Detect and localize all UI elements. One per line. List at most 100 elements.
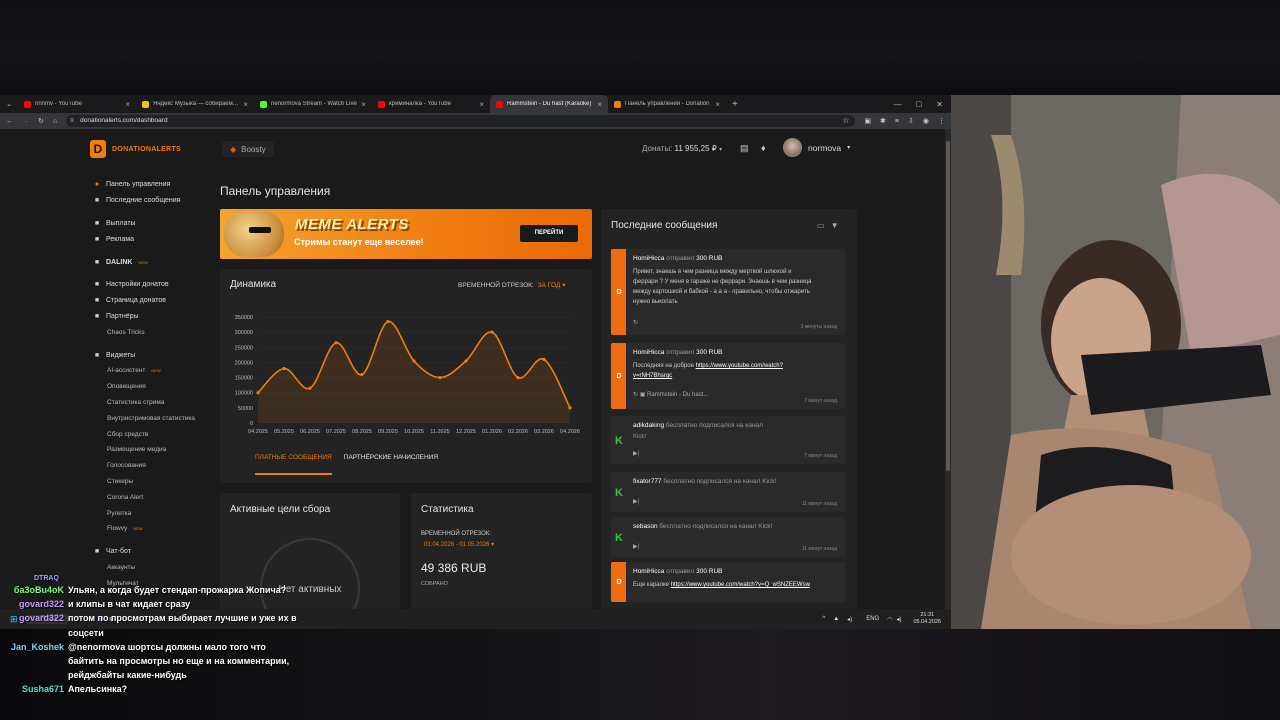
message-item[interactable]: D HomiHicca отправил 300 RUB Привет, знаеш… <box>611 249 845 335</box>
extensions-puzzle-icon[interactable]: ✱ <box>880 117 886 125</box>
profile-icon[interactable]: ◉ <box>923 117 929 125</box>
browser-tab[interactable]: nenormova Stream - Watch Live × <box>254 95 372 113</box>
sidebar-item[interactable]: Размещение медиа <box>90 442 215 458</box>
message-link[interactable]: https://www.youtube.com/watch?v=Q_wSNZEE… <box>671 582 810 588</box>
message-item[interactable]: Ksebason бесплатно подписался на канал K… <box>611 517 845 557</box>
sidebar-item[interactable]: ■ Виджеты <box>90 347 215 363</box>
sidebar-item[interactable]: ■ Выплаты <box>90 216 215 232</box>
banner-go-button[interactable]: ПЕРЕЙТИ <box>520 225 578 242</box>
sidebar-item[interactable]: ■ Реклама <box>90 231 215 247</box>
home-icon[interactable]: ⌂ <box>53 118 57 125</box>
close-tab-icon[interactable]: × <box>597 100 602 109</box>
message-item[interactable]: D HomiHicca отправил 300 RUB Последняя на … <box>611 343 845 409</box>
chart-point[interactable] <box>516 375 520 380</box>
skip-icon[interactable]: ▶| <box>633 450 639 457</box>
message-item[interactable]: D HomiHicca отправил 300 RUB Еще караоке h… <box>611 562 845 602</box>
sidebar-item[interactable]: Голосования <box>90 458 215 474</box>
close-tab-icon[interactable]: × <box>125 100 130 109</box>
site-info-icon[interactable]: ≡ <box>70 115 74 127</box>
message-item[interactable]: Kadikdaking бесплатно подписался на кана… <box>611 416 845 464</box>
boosty-button[interactable]: ◆ Boosty <box>222 141 274 157</box>
chart-point[interactable] <box>334 341 338 345</box>
chart-point[interactable] <box>256 391 260 395</box>
chevron-down-icon[interactable]: ▾ <box>719 147 722 153</box>
tab-partner-earnings[interactable]: ПАРТНЁРСКИЕ НАЧИСЛЕНИЯ <box>344 454 438 475</box>
cast-icon[interactable]: ▭ <box>817 221 831 230</box>
sidebar-item[interactable]: Рулетка <box>90 505 215 521</box>
sidebar-item[interactable]: Аккаунты <box>90 560 215 576</box>
browser-menu-icon[interactable]: ⋮ <box>938 117 945 125</box>
forward-icon[interactable]: → <box>22 118 29 125</box>
downloads-icon[interactable]: ⇩ <box>908 117 914 125</box>
chart-point[interactable] <box>308 386 312 390</box>
chart-point[interactable] <box>282 366 286 371</box>
period-selector[interactable]: ВРЕМЕННОЙ ОТРЕЗОК: ЗА ГОД ▾ <box>458 281 566 289</box>
tab-search-icon[interactable]: ⌄ <box>0 100 18 108</box>
close-tab-icon[interactable]: × <box>715 100 720 109</box>
browser-tab[interactable]: криминалка - YouTube × <box>372 95 490 113</box>
skip-icon[interactable]: ▶| <box>633 543 639 550</box>
donationalerts-logo[interactable]: D DONATIONALERTS <box>90 140 181 158</box>
replay-icon[interactable]: ↻ <box>633 392 638 398</box>
sidebar-item[interactable]: ● Панель управления <box>90 177 215 193</box>
meme-alerts-banner[interactable]: MEME ALERTS Стримы станут еще веселее! П… <box>220 209 592 259</box>
sidebar-item[interactable]: Corona Alert <box>90 489 215 505</box>
sidebar-item[interactable]: ■ Страница донатов <box>90 293 215 309</box>
tab-paid-messages[interactable]: ПЛАТНЫЕ СООБЩЕНИЯ <box>255 454 332 475</box>
tray-icon[interactable]: ▲ <box>833 616 839 622</box>
skip-icon[interactable]: ▶| <box>633 498 639 505</box>
chart-point[interactable] <box>490 330 494 334</box>
reload-icon[interactable]: ↻ <box>38 117 44 125</box>
close-tab-icon[interactable]: × <box>479 100 484 109</box>
close-tab-icon[interactable]: × <box>243 100 248 109</box>
browser-tab[interactable]: Панель управления - Donation × <box>608 95 726 113</box>
minimize-button[interactable]: — <box>894 100 902 109</box>
chart-point[interactable] <box>412 359 416 363</box>
sidebar-item[interactable]: Внутристримовая статистика <box>90 410 215 426</box>
sidebar-item[interactable]: Статистика стрима <box>90 395 215 411</box>
browser-tab[interactable]: Яндекс Музыка — собираем мы × <box>136 95 254 113</box>
period-value[interactable]: ЗА ГОД <box>538 282 561 289</box>
sidebar-item[interactable]: AI-ассистент NEW <box>90 363 215 379</box>
chart-point[interactable] <box>386 319 390 324</box>
message-item[interactable]: Kfixator777 бесплатно подписался на кана… <box>611 472 845 512</box>
media-icon[interactable]: ≡ <box>895 118 899 125</box>
maximize-button[interactable]: ▢ <box>916 100 923 108</box>
replay-icon[interactable]: ↻ <box>633 319 638 326</box>
new-tab-button[interactable]: + <box>732 99 738 110</box>
tray-volume-icon[interactable]: ◂) <box>847 616 852 623</box>
bookmark-star-icon[interactable]: ☆ <box>842 115 849 127</box>
sidebar-item[interactable]: ■ Последние сообщения <box>90 193 215 209</box>
bell-icon[interactable]: ♦ <box>761 143 766 153</box>
sidebar-item[interactable]: Chaos Tricks <box>90 324 215 340</box>
sidebar-item[interactable]: ■ Настройки донатов <box>90 277 215 293</box>
chart-point[interactable] <box>568 406 572 410</box>
chart-point[interactable] <box>438 375 442 380</box>
sidebar-item[interactable]: ■ DALINK NEW <box>90 254 215 270</box>
extension-icon[interactable]: ▣ <box>864 117 871 125</box>
sidebar-item[interactable]: Стикеры <box>90 474 215 490</box>
clock[interactable]: 21:31 05.04.2026 <box>913 612 941 626</box>
chart-point[interactable] <box>360 372 364 377</box>
volume-icon[interactable]: ◂) <box>896 616 901 623</box>
chart-point[interactable] <box>542 357 546 361</box>
back-icon[interactable]: ← <box>6 118 13 125</box>
browser-tab[interactable]: Rammstein - Du hast (Karaoke) × <box>490 95 608 113</box>
close-window-button[interactable]: ✕ <box>936 100 943 109</box>
sidebar-item[interactable]: ■ Чат-бот <box>90 544 215 560</box>
sidebar-item[interactable]: Оповещения <box>90 379 215 395</box>
filter-icon[interactable]: ▼ <box>831 221 845 230</box>
browser-tab[interactable]: nnnmv - YouTube × <box>18 95 136 113</box>
user-menu[interactable]: normova ▾ <box>783 138 850 157</box>
wallet-icon[interactable]: ▤ <box>740 143 749 154</box>
language-indicator[interactable]: ENG <box>866 616 879 622</box>
sidebar-item[interactable]: Сбор средств <box>90 426 215 442</box>
wifi-icon[interactable]: ◠ <box>887 616 892 623</box>
sidebar-item[interactable]: ■ Партнёры <box>90 309 215 325</box>
scrollbar-thumb[interactable] <box>946 141 950 471</box>
url-field[interactable]: ≡ donationalerts.com/dashboard ☆ <box>66 115 856 127</box>
close-tab-icon[interactable]: × <box>361 100 366 109</box>
chart-point[interactable] <box>464 359 468 363</box>
tray-chevron-icon[interactable]: ^ <box>822 616 825 622</box>
sidebar-item[interactable]: Flowvy NEW <box>90 521 215 537</box>
